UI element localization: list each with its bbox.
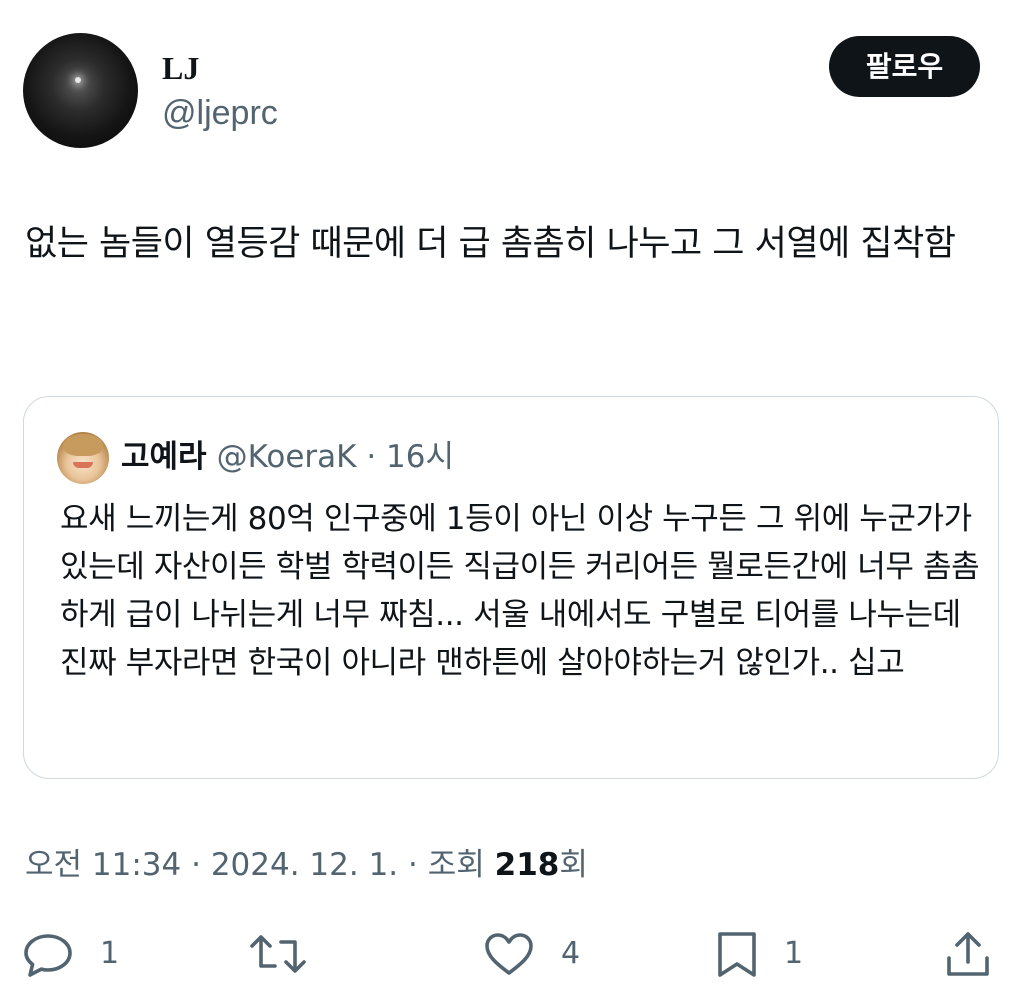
- views-prefix: 조회: [427, 847, 485, 883]
- meta-separator: ·: [191, 847, 201, 883]
- quote-separator: ·: [366, 439, 377, 475]
- bookmark-count: 1: [784, 936, 804, 971]
- bookmark-button[interactable]: 1: [716, 930, 803, 978]
- tweet-text: 없는 놈들이 열등감 때문에 더 급 촘촘히 나누고 그 서열에 집착함: [25, 224, 956, 264]
- share-button[interactable]: [944, 930, 992, 978]
- author-display-name[interactable]: LJ: [162, 50, 199, 86]
- reply-button[interactable]: 1: [22, 930, 119, 978]
- author-handle[interactable]: @ljeprc: [162, 93, 278, 133]
- bookmark-icon: [716, 930, 758, 978]
- retweet-button[interactable]: [247, 930, 335, 978]
- quote-time: 16시: [386, 439, 455, 475]
- views-count: 218: [494, 847, 560, 883]
- share-icon: [944, 930, 992, 978]
- tweet-meta: 오전 11:34 · 2024. 12. 1. · 조회 218회: [25, 842, 588, 888]
- quote-author-handle: @KoeraK: [216, 439, 357, 475]
- retweet-icon: [247, 930, 309, 978]
- like-button[interactable]: 4: [483, 930, 580, 978]
- quoted-tweet-card[interactable]: 고예라 @KoeraK · 16시 요새 느끼는게 80억 인구중에 1등이 아닌…: [23, 396, 999, 779]
- author-avatar[interactable]: [23, 33, 138, 148]
- quote-header: 고예라 @KoeraK · 16시: [121, 437, 454, 477]
- reply-count: 1: [100, 936, 120, 971]
- meta-separator: ·: [408, 847, 418, 883]
- tweet-time[interactable]: 오전 11:34: [25, 847, 181, 883]
- like-count: 4: [561, 936, 581, 971]
- follow-button[interactable]: 팔로우: [829, 36, 980, 97]
- heart-icon: [483, 930, 535, 978]
- reply-icon: [22, 930, 74, 978]
- quote-author-name: 고예라: [121, 439, 207, 475]
- quote-author-avatar: [57, 432, 109, 484]
- tweet-date[interactable]: 2024. 12. 1.: [211, 847, 398, 883]
- views-suffix: 회: [559, 847, 588, 883]
- quote-text: 요새 느끼는게 80억 인구중에 1등이 아닌 이상 누구든 그 위에 누군가가…: [60, 501, 980, 681]
